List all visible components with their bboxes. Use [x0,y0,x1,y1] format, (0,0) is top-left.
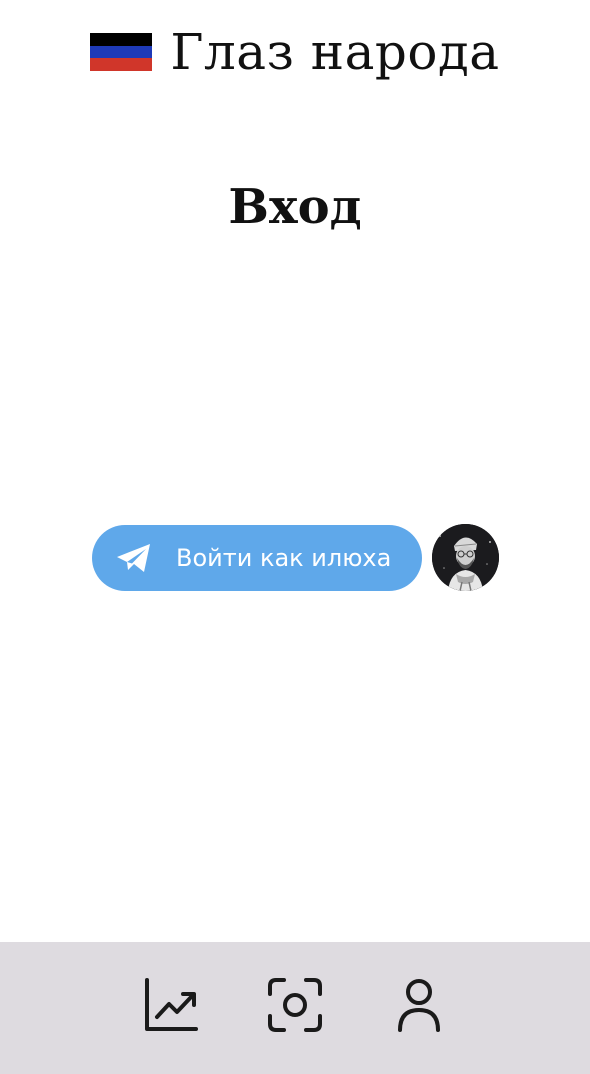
telegram-paper-plane-icon [114,538,154,578]
telegram-login-widget: Войти как илюха [92,524,499,591]
telegram-login-label: Войти как илюха [176,543,392,572]
profile-icon [398,979,440,1032]
nav-scan-button[interactable] [266,976,324,1034]
chart-trend-icon [145,978,198,1031]
app-title: Глаз народа [170,23,500,81]
camera-scan-icon [268,978,322,1032]
bottom-navigation [0,942,590,1074]
telegram-login-button[interactable]: Войти как илюха [92,524,422,591]
page-title: Вход [228,179,362,235]
nav-profile-button[interactable] [390,976,448,1034]
user-avatar [432,524,499,591]
dpr-flag-icon [90,33,153,72]
app-header: Глаз народа [0,22,590,82]
nav-stats-button[interactable] [142,976,200,1034]
